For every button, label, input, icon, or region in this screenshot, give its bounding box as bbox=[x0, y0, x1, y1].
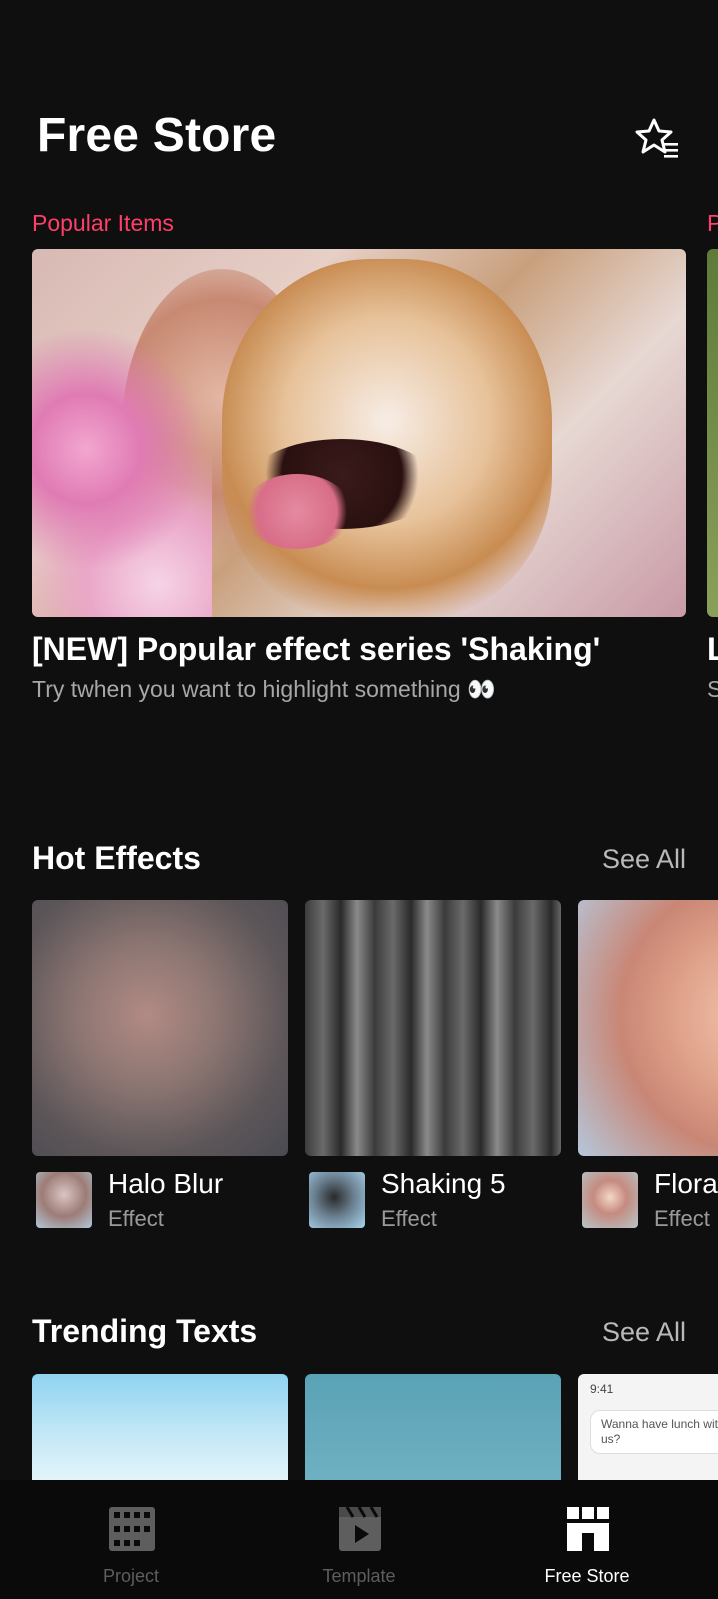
effect-type: Effect bbox=[108, 1206, 164, 1231]
store-icon bbox=[567, 1507, 609, 1551]
section-title: Hot Effects bbox=[32, 840, 201, 876]
promo-title: [NEW] Popular effect series 'Shaking' bbox=[32, 631, 601, 667]
promo-title: L bbox=[707, 631, 718, 667]
effect-card[interactable]: Shaking 5 Effect bbox=[305, 900, 561, 1231]
popular-items-carousel[interactable]: Popular Items [NEW] Popular effect serie… bbox=[0, 205, 718, 725]
nav-project[interactable]: Project bbox=[31, 1480, 231, 1599]
star-list-icon bbox=[635, 118, 678, 158]
effect-mini-thumbnail bbox=[582, 1172, 638, 1228]
promo-subtitle: Try twhen you want to highlight somethin… bbox=[32, 676, 496, 702]
hot-effects-header: Hot Effects See All bbox=[0, 840, 718, 890]
promo-subtitle: S bbox=[707, 676, 718, 702]
trending-texts-list[interactable]: 9:41 Wanna have lunch with us? bbox=[0, 1374, 718, 1484]
nav-label: Free Store bbox=[544, 1566, 630, 1586]
see-all-button[interactable]: See All bbox=[602, 844, 686, 875]
clapperboard-play-icon bbox=[339, 1507, 381, 1551]
effect-name: Halo Blur bbox=[108, 1168, 224, 1199]
promo-image[interactable] bbox=[32, 249, 686, 617]
page-header: Free Store bbox=[0, 0, 718, 200]
trending-texts-header: Trending Texts See All bbox=[0, 1313, 718, 1363]
hot-effects-list[interactable]: Halo Blur Effect Shaking 5 Effect Flora … bbox=[0, 900, 718, 1240]
favorites-button[interactable] bbox=[632, 114, 684, 166]
effect-mini-thumbnail bbox=[36, 1172, 92, 1228]
bottom-nav: Project Template Free Store bbox=[0, 1480, 718, 1599]
effect-thumbnail[interactable] bbox=[305, 900, 561, 1156]
text-template-card[interactable] bbox=[305, 1374, 561, 1484]
effect-type: Effect bbox=[654, 1206, 710, 1231]
see-all-button[interactable]: See All bbox=[602, 1317, 686, 1348]
effect-thumbnail[interactable] bbox=[32, 900, 288, 1156]
text-template-card[interactable] bbox=[32, 1374, 288, 1484]
page-title: Free Store bbox=[37, 109, 277, 162]
effect-name: Flora bbox=[654, 1168, 718, 1199]
promo-card[interactable]: Popular Items [NEW] Popular effect serie… bbox=[32, 205, 686, 703]
text-template-card[interactable]: 9:41 Wanna have lunch with us? bbox=[578, 1374, 718, 1484]
section-title: Trending Texts bbox=[32, 1313, 258, 1349]
promo-section-label: P bbox=[707, 210, 718, 236]
preview-message: Wanna have lunch with us? bbox=[590, 1410, 718, 1454]
nav-label: Template bbox=[322, 1566, 396, 1586]
effect-card[interactable]: Halo Blur Effect bbox=[32, 900, 288, 1231]
effect-type: Effect bbox=[381, 1206, 437, 1231]
promo-section-label: Popular Items bbox=[32, 210, 174, 236]
nav-template[interactable]: Template bbox=[259, 1480, 459, 1599]
effect-mini-thumbnail bbox=[309, 1172, 365, 1228]
effect-thumbnail[interactable] bbox=[578, 900, 718, 1156]
promo-image[interactable] bbox=[707, 249, 718, 617]
effect-name: Shaking 5 bbox=[381, 1168, 506, 1199]
preview-time: 9:41 bbox=[590, 1382, 614, 1396]
nav-free-store[interactable]: Free Store bbox=[487, 1480, 687, 1599]
nav-label: Project bbox=[102, 1566, 160, 1586]
film-grid-icon bbox=[109, 1507, 155, 1551]
promo-card[interactable]: P L S bbox=[707, 205, 718, 703]
effect-card[interactable]: Flora Effect bbox=[578, 900, 718, 1231]
